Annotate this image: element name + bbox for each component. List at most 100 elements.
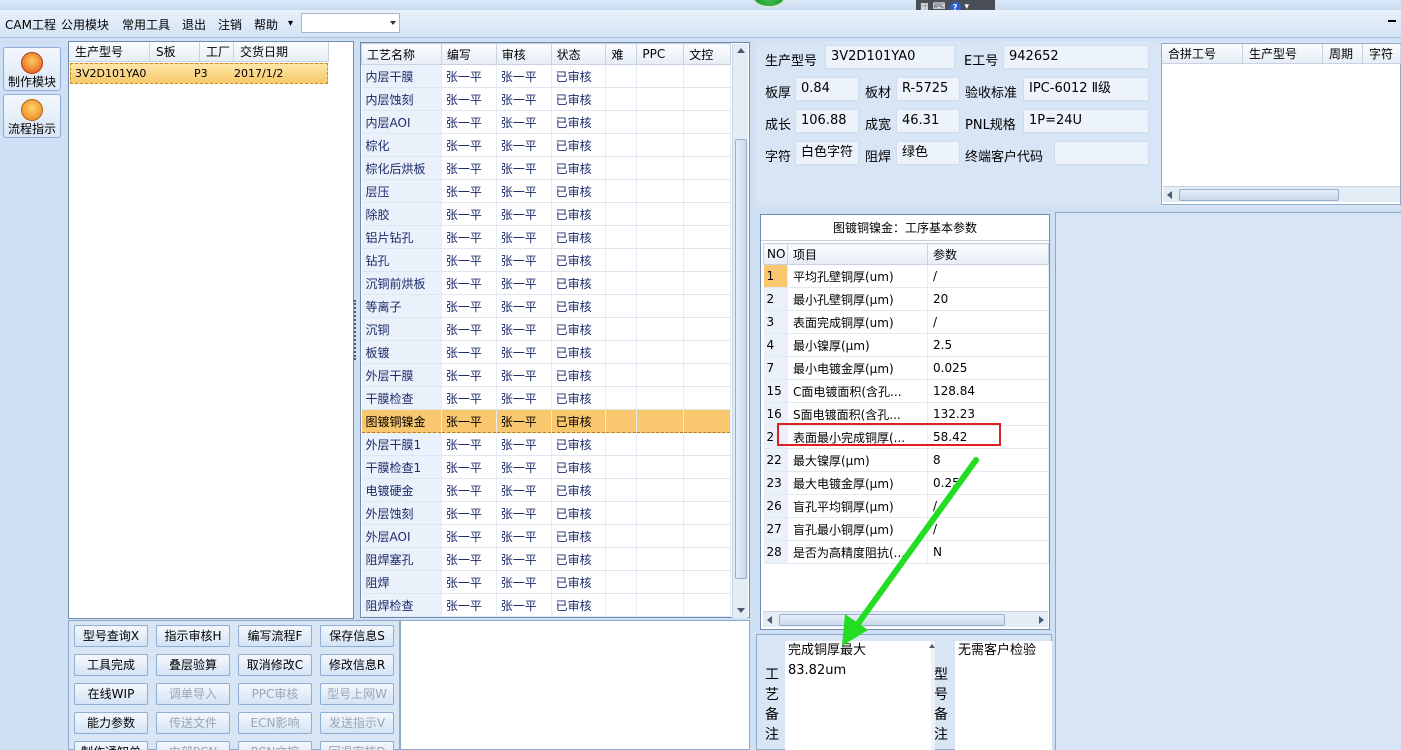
thickness-field[interactable]: 0.84 [795, 77, 859, 101]
table-row[interactable]: 内层蚀刻 张一平 张一平 已审核 [361, 87, 731, 111]
help-dropdown-icon[interactable]: ▾ [288, 18, 293, 29]
table-row[interactable]: 等离子 张一平 张一平 已审核 [361, 294, 731, 318]
ppc-review-button[interactable]: PPC审核 [238, 683, 312, 705]
approve-instructions-button[interactable]: 指示审核H [156, 625, 230, 647]
process-scrollbar[interactable] [732, 44, 748, 618]
table-row[interactable]: 干膜检查1 张一平 张一平 已审核 [361, 455, 731, 479]
save-info-button[interactable]: 保存信息S [320, 625, 394, 647]
menu-cam[interactable]: CAM工程 [5, 16, 56, 33]
make-module-button[interactable]: 制作模块 [3, 47, 61, 91]
solder-mask-field[interactable]: 绿色 [896, 141, 960, 165]
stackup-check-button[interactable]: 叠层验算 [156, 654, 230, 676]
col-status[interactable]: 状态 [550, 43, 607, 65]
revert-review-button[interactable]: 回退审核D [320, 741, 394, 750]
table-row[interactable]: 内层AOI 张一平 张一平 已审核 [361, 110, 731, 134]
table-row[interactable]: 阻焊塞孔 张一平 张一平 已审核 [361, 547, 731, 571]
table-row[interactable]: 电镀硬金 张一平 张一平 已审核 [361, 478, 731, 502]
cancel-edit-button[interactable]: 取消修改C [238, 654, 312, 676]
process-remark-field[interactable]: 完成铜厚最大 83.82um [785, 641, 931, 750]
model-field[interactable]: 3V2D101YA0 [825, 45, 955, 69]
legend-ink-field[interactable]: 白色字符 [795, 141, 859, 165]
send-instruction-button[interactable]: 发送指示V [320, 712, 394, 734]
param-row[interactable]: 4 最小镍厚(μm) 2.5 [763, 333, 1049, 357]
module-combo[interactable] [301, 13, 400, 33]
table-row[interactable]: 外层蚀刻 张一平 张一平 已审核 [361, 501, 731, 525]
send-file-button[interactable]: 传送文件 [156, 712, 230, 734]
table-row[interactable]: 外层干膜 张一平 张一平 已审核 [361, 363, 731, 387]
pnl-field[interactable]: 1P=24U [1023, 109, 1149, 133]
minimize-button[interactable] [1388, 20, 1396, 22]
menu-common-modules[interactable]: 公用模块 [61, 16, 109, 33]
edit-info-button[interactable]: 修改信息R [320, 654, 394, 676]
col-merged-no[interactable]: 合拼工号 [1162, 44, 1243, 64]
param-row[interactable]: 2 最小孔壁铜厚(μm) 20 [763, 287, 1049, 311]
table-row[interactable]: 除胶 张一平 张一平 已审核 [361, 202, 731, 226]
col-merged-period[interactable]: 周期 [1323, 44, 1363, 64]
table-row[interactable]: 干膜检查 张一平 张一平 已审核 [361, 386, 731, 410]
menu-tools[interactable]: 常用工具 [122, 16, 170, 33]
col-delivery-date[interactable]: 交货日期 [234, 42, 329, 62]
scroll-left-icon[interactable] [767, 616, 772, 624]
internal-pcn-button[interactable]: 内部PCN [156, 741, 230, 750]
col-reviewer[interactable]: 审核 [495, 43, 552, 65]
scroll-down-icon[interactable] [737, 608, 745, 613]
param-row[interactable]: 7 最小电镀金厚(μm) 0.025 [763, 356, 1049, 380]
e-number-field[interactable]: 942652 [1003, 45, 1149, 69]
edit-flow-button[interactable]: 编写流程F [238, 625, 312, 647]
col-no[interactable]: NO [763, 243, 788, 265]
col-model[interactable]: 生产型号 [69, 42, 150, 62]
col-param[interactable]: 参数 [927, 243, 1049, 265]
scroll-up-icon[interactable] [737, 48, 745, 53]
ecn-impact-button[interactable]: ECN影响 [238, 712, 312, 734]
table-row[interactable]: 钻孔 张一平 张一平 已审核 [361, 248, 731, 272]
table-row[interactable]: 阻焊 张一平 张一平 已审核 [361, 570, 731, 594]
menu-logout[interactable]: 注销 [218, 16, 242, 33]
scroll-right-icon[interactable] [1039, 616, 1044, 624]
col-writer[interactable]: 编写 [440, 43, 497, 65]
col-process-name[interactable]: 工艺名称 [361, 43, 442, 65]
customer-code-field[interactable] [1054, 141, 1149, 165]
model-query-button[interactable]: 型号查询X [74, 625, 148, 647]
col-merged-model[interactable]: 生产型号 [1243, 44, 1323, 64]
length-field[interactable]: 106.88 [795, 109, 859, 133]
scroll-thumb[interactable] [735, 139, 747, 579]
table-row[interactable]: 阻焊检查 张一平 张一平 已审核 [361, 593, 731, 617]
menu-help[interactable]: 帮助 [254, 16, 278, 33]
table-row[interactable]: 内层干膜 张一平 张一平 已审核 [361, 64, 731, 88]
table-row[interactable]: 外层AOI 张一平 张一平 已审核 [361, 524, 731, 548]
standard-field[interactable]: IPC-6012 Ⅱ级 [1023, 77, 1149, 101]
col-item[interactable]: 项目 [787, 243, 928, 265]
scroll-left-icon[interactable] [1167, 191, 1172, 199]
table-row[interactable]: 沉铜前烘板 张一平 张一平 已审核 [361, 271, 731, 295]
param-row[interactable]: 3 表面完成铜厚(um) / [763, 310, 1049, 334]
table-row[interactable]: 图镀铜镍金 张一平 张一平 已审核 [361, 409, 731, 433]
capability-params-button[interactable]: 能力参数 [74, 712, 148, 734]
param-row[interactable]: 1 平均孔壁铜厚(um) / [763, 264, 1049, 288]
tool-complete-button[interactable]: 工具完成 [74, 654, 148, 676]
col-doc-control[interactable]: 文控 [683, 43, 731, 65]
col-merged-legend[interactable]: 字符 [1363, 44, 1401, 64]
online-wip-button[interactable]: 在线WIP [74, 683, 148, 705]
width-field[interactable]: 46.31 [896, 109, 960, 133]
col-ppc[interactable]: PPC [636, 43, 685, 65]
table-row[interactable]: 棕化 张一平 张一平 已审核 [361, 133, 731, 157]
menu-exit[interactable]: 退出 [182, 16, 206, 33]
table-row[interactable]: 铝片钻孔 张一平 张一平 已审核 [361, 225, 731, 249]
param-row[interactable]: 15 C面电镀面积(含孔... 128.84 [763, 379, 1049, 403]
table-row[interactable]: 外层干膜1 张一平 张一平 已审核 [361, 432, 731, 456]
col-difficulty[interactable]: 难 [605, 43, 638, 65]
merged-hscrollbar[interactable] [1163, 186, 1400, 202]
table-row[interactable]: 3V2D101YA0 P3 2017/1/2 [70, 63, 328, 84]
col-factory[interactable]: 工厂 [200, 42, 234, 62]
splitter-handle[interactable] [352, 295, 357, 365]
table-row[interactable]: 层压 张一平 张一平 已审核 [361, 179, 731, 203]
import-order-button[interactable]: 调单导入 [156, 683, 230, 705]
table-row[interactable]: 板镀 张一平 张一平 已审核 [361, 340, 731, 364]
table-row[interactable]: 沉铜 张一平 张一平 已审核 [361, 317, 731, 341]
col-s-board[interactable]: S板 [150, 42, 200, 62]
model-online-button[interactable]: 型号上网W [320, 683, 394, 705]
table-row[interactable]: 棕化后烘板 张一平 张一平 已审核 [361, 156, 731, 180]
model-remark-field[interactable]: 无需客户检验 [955, 641, 1052, 750]
flow-guide-button[interactable]: 流程指示 [3, 94, 61, 138]
pcn-doc-control-button[interactable]: PCN文控 [238, 741, 312, 750]
